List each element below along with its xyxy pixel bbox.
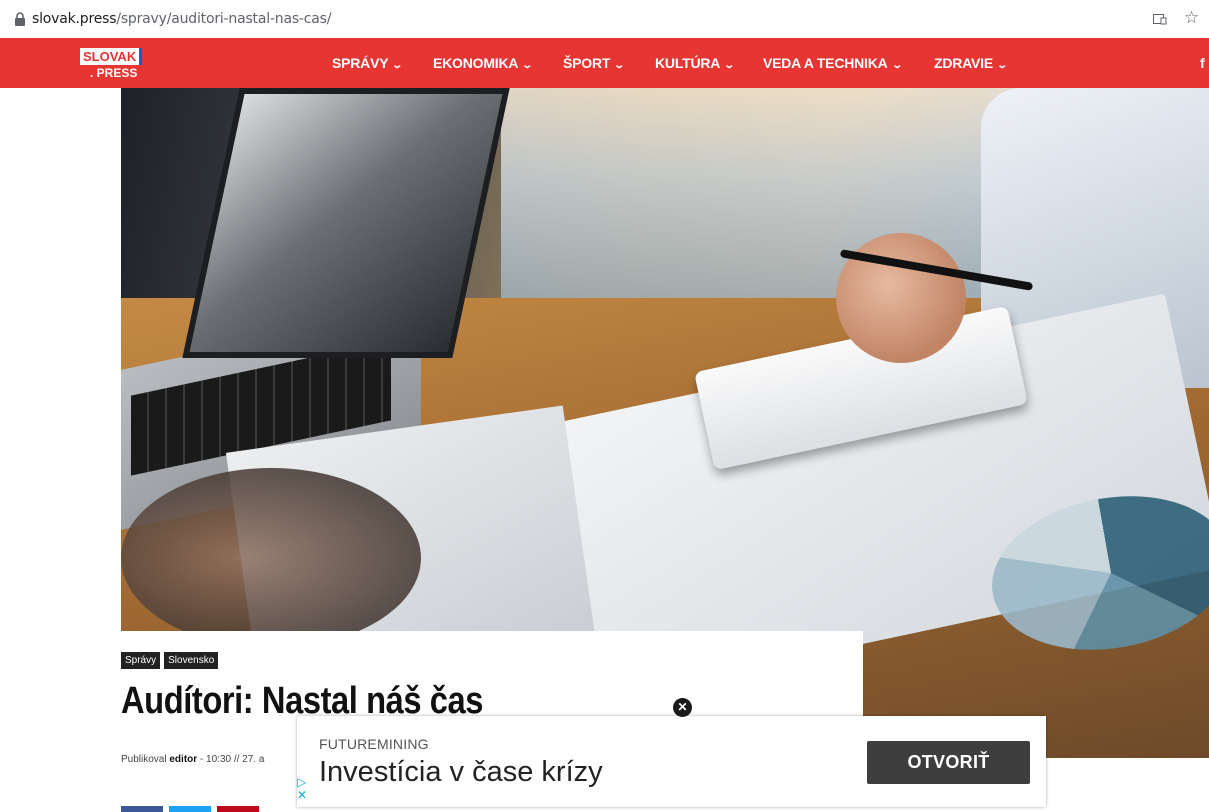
logo-bottom-text: . PRESS <box>90 66 138 80</box>
logo-top-text: SLOVAK <box>80 48 143 65</box>
chevron-down-icon: ⌄ <box>996 60 1008 71</box>
article-meta: Publikoval editor - 10:30 // 27. a <box>121 754 264 765</box>
ad-headline[interactable]: Investícia v čase krízy <box>319 756 603 789</box>
nav-label: EKONOMIKA <box>433 55 519 71</box>
ad-brand: FUTUREMINING <box>319 736 429 752</box>
url-text[interactable]: slovak.press/spravy/auditori-nastal-nas-… <box>32 11 331 27</box>
tag-slovensko[interactable]: Slovensko <box>164 652 219 669</box>
tag-spravy[interactable]: Správy <box>121 652 161 669</box>
chevron-down-icon: ⌄ <box>391 60 404 71</box>
nav-item-veda-a-technika[interactable]: VEDA A TECHNIKA ⌄ <box>763 38 903 88</box>
tab-icon[interactable] <box>1153 13 1167 25</box>
nav-item-sport[interactable]: ŠPORT ⌄ <box>563 38 626 88</box>
url-path: /spravy/auditori-nastal-nas-cas/ <box>116 11 332 27</box>
author-link[interactable]: editor <box>169 754 197 765</box>
chevron-down-icon: ⌄ <box>723 60 736 71</box>
category-tags: Správy Slovensko <box>121 652 219 669</box>
nav-item-kultura[interactable]: KULTÚRA ⌄ <box>655 38 736 88</box>
share-pinterest-button[interactable] <box>217 806 259 812</box>
ad-close-icon[interactable]: ✕ <box>673 698 692 717</box>
site-logo[interactable]: SLOVAK . PRESS <box>80 48 144 84</box>
chevron-down-icon: ⌄ <box>890 60 903 71</box>
nav-label: ŠPORT <box>563 55 611 71</box>
meta-prefix: Publikoval <box>121 754 167 765</box>
star-icon[interactable]: ☆ <box>1184 8 1199 28</box>
chevron-down-icon: ⌄ <box>521 60 534 71</box>
facebook-icon[interactable]: f <box>1200 38 1205 88</box>
address-bar[interactable]: slovak.press/spravy/auditori-nastal-nas-… <box>0 0 1209 38</box>
share-twitter-button[interactable] <box>169 806 211 812</box>
nav-label: ZDRAVIE <box>934 55 994 71</box>
nav-label: VEDA A TECHNIKA <box>763 55 888 71</box>
foreground-hand <box>121 468 421 648</box>
share-buttons <box>121 806 259 812</box>
meta-date: - 10:30 // 27. a <box>199 754 265 765</box>
nav-item-spravy[interactable]: SPRÁVY ⌄ <box>332 38 404 88</box>
ad-banner[interactable]: FUTUREMINING Investícia v čase krízy OTV… <box>297 716 1046 807</box>
nav-item-zdravie[interactable]: ZDRAVIE ⌄ <box>934 38 1008 88</box>
nav-label: SPRÁVY <box>332 55 389 71</box>
nav-label: KULTÚRA <box>655 55 721 71</box>
lock-icon <box>15 12 25 26</box>
ad-cta-button[interactable]: OTVORIŤ <box>867 741 1030 784</box>
nav-item-ekonomika[interactable]: EKONOMIKA ⌄ <box>433 38 534 88</box>
url-host: slovak.press <box>32 11 117 27</box>
laptop-screen <box>182 88 510 358</box>
chevron-down-icon: ⌄ <box>613 60 626 71</box>
share-facebook-button[interactable] <box>121 806 163 812</box>
adchoices-icon[interactable]: ▷ ✕ <box>297 776 307 802</box>
adchoices-close-icon[interactable]: ✕ <box>297 789 307 802</box>
